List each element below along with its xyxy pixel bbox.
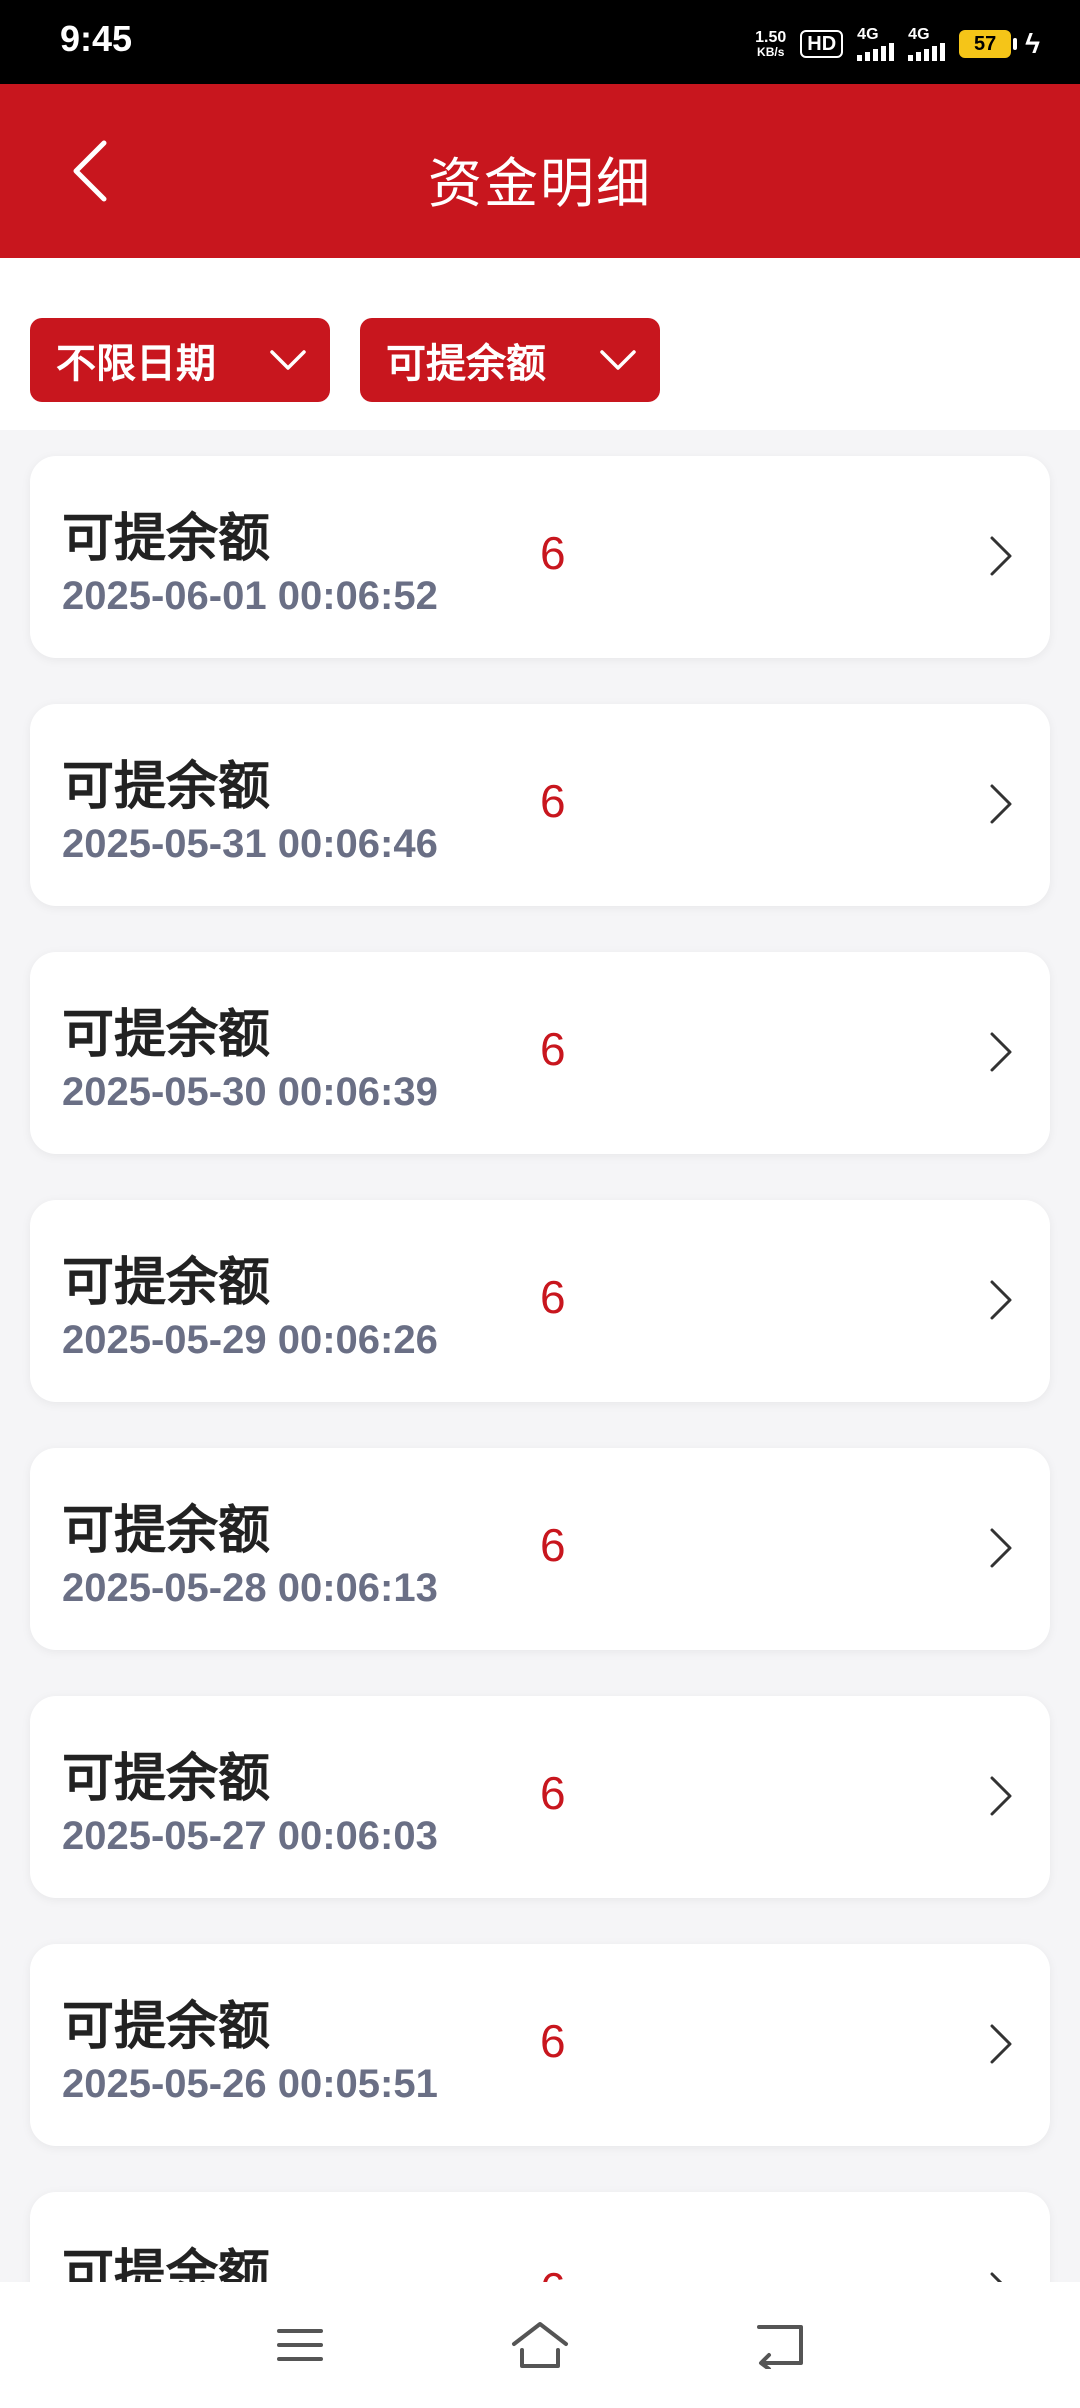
hd-icon: HD — [800, 30, 844, 58]
record-title: 可提余额 — [62, 1005, 271, 1065]
record-amount: 6 — [540, 2262, 566, 2282]
record-card[interactable]: 可提余额 2025-05-27 00:06:03 6 — [30, 1696, 1050, 1898]
record-time: 2025-05-31 00:06:46 — [62, 822, 438, 866]
system-nav-bar — [0, 2282, 1080, 2408]
record-card[interactable]: 可提余额 2025-05-31 00:06:46 6 — [30, 704, 1050, 906]
menu-icon — [277, 2329, 323, 2361]
chevron-right-icon — [990, 1528, 1012, 1568]
date-filter-dropdown[interactable]: 不限日期 — [30, 318, 330, 402]
type-filter-label: 可提余额 — [386, 341, 546, 387]
network-speed-value: 1.50 — [755, 29, 787, 46]
record-card[interactable]: 可提余额 6 — [30, 2192, 1050, 2282]
status-icons: 1.50 KB/s HD 4G 4G 57 ϟ — [755, 22, 1040, 66]
chevron-right-icon — [990, 536, 1012, 576]
nav-home-button[interactable] — [490, 2302, 590, 2388]
record-title: 可提余额 — [62, 2245, 271, 2282]
chevron-down-icon — [270, 350, 306, 370]
record-title: 可提余额 — [62, 509, 271, 569]
back-icon — [757, 2325, 803, 2369]
record-time: 2025-05-27 00:06:03 — [62, 1814, 438, 1858]
type-filter-dropdown[interactable]: 可提余额 — [360, 318, 660, 402]
record-title: 可提余额 — [62, 1253, 271, 1313]
date-filter-label: 不限日期 — [56, 341, 216, 387]
sim1-signal-icon: 4G — [857, 26, 895, 61]
chevron-right-icon — [990, 2024, 1012, 2064]
chevron-right-icon — [990, 1280, 1012, 1320]
record-amount: 6 — [540, 1271, 566, 1323]
record-amount: 6 — [540, 1767, 566, 1819]
filter-bar: 不限日期 可提余额 — [0, 258, 1080, 430]
record-time: 2025-05-30 00:06:39 — [62, 1070, 438, 1114]
record-time: 2025-06-01 00:06:52 — [62, 574, 438, 618]
record-card[interactable]: 可提余额 2025-05-29 00:06:26 6 — [30, 1200, 1050, 1402]
record-card[interactable]: 可提余额 2025-06-01 00:06:52 6 — [30, 456, 1050, 658]
chevron-right-icon — [990, 2272, 1003, 2282]
chevron-right-icon — [990, 1032, 1012, 1072]
signal-bars-icon — [857, 43, 895, 61]
record-time: 2025-05-29 00:06:26 — [62, 1318, 438, 1362]
nav-menu-button[interactable] — [250, 2302, 350, 2388]
record-amount: 6 — [540, 775, 566, 827]
chevron-right-icon — [990, 1776, 1012, 1816]
chevron-down-icon — [600, 350, 636, 370]
record-card[interactable]: 可提余额 2025-05-30 00:06:39 6 — [30, 952, 1050, 1154]
signal-bars-icon — [908, 43, 946, 61]
nav-back-button[interactable] — [730, 2302, 830, 2388]
record-time: 2025-05-26 00:05:51 — [62, 2062, 438, 2106]
record-card[interactable]: 可提余额 2025-05-28 00:06:13 6 — [30, 1448, 1050, 1650]
app-header: 资金明细 — [0, 84, 1080, 258]
status-time: 9:45 — [60, 18, 133, 59]
page-title: 资金明细 — [428, 152, 652, 215]
charging-bolt-icon: ϟ — [1025, 28, 1040, 59]
battery-level: 57 — [974, 33, 997, 55]
record-time: 2025-05-28 00:06:13 — [62, 1566, 438, 1610]
network-speed: 1.50 KB/s — [755, 29, 787, 59]
record-title: 可提余额 — [62, 1997, 271, 2057]
sim2-signal-icon: 4G — [908, 26, 946, 61]
record-title: 可提余额 — [62, 1749, 271, 1809]
network-speed-unit: KB/s — [757, 45, 785, 59]
status-bar: 9:45 1.50 KB/s HD 4G 4G 57 ϟ — [0, 0, 1080, 84]
battery-icon: 57 — [959, 30, 1018, 58]
record-amount: 6 — [540, 527, 566, 579]
record-title: 可提余额 — [62, 757, 271, 817]
record-amount: 6 — [540, 1023, 566, 1075]
sim2-network-label: 4G — [908, 26, 930, 43]
record-card[interactable]: 可提余额 2025-05-26 00:05:51 6 — [30, 1944, 1050, 2146]
home-icon — [512, 2322, 568, 2368]
chevron-right-icon — [990, 784, 1012, 824]
sim1-network-label: 4G — [857, 26, 879, 43]
record-amount: 6 — [540, 2015, 566, 2067]
records-list[interactable]: 可提余额 2025-06-01 00:06:52 6 可提余额 2025-05-… — [0, 430, 1080, 2282]
record-title: 可提余额 — [62, 1501, 271, 1561]
record-amount: 6 — [540, 1519, 566, 1571]
